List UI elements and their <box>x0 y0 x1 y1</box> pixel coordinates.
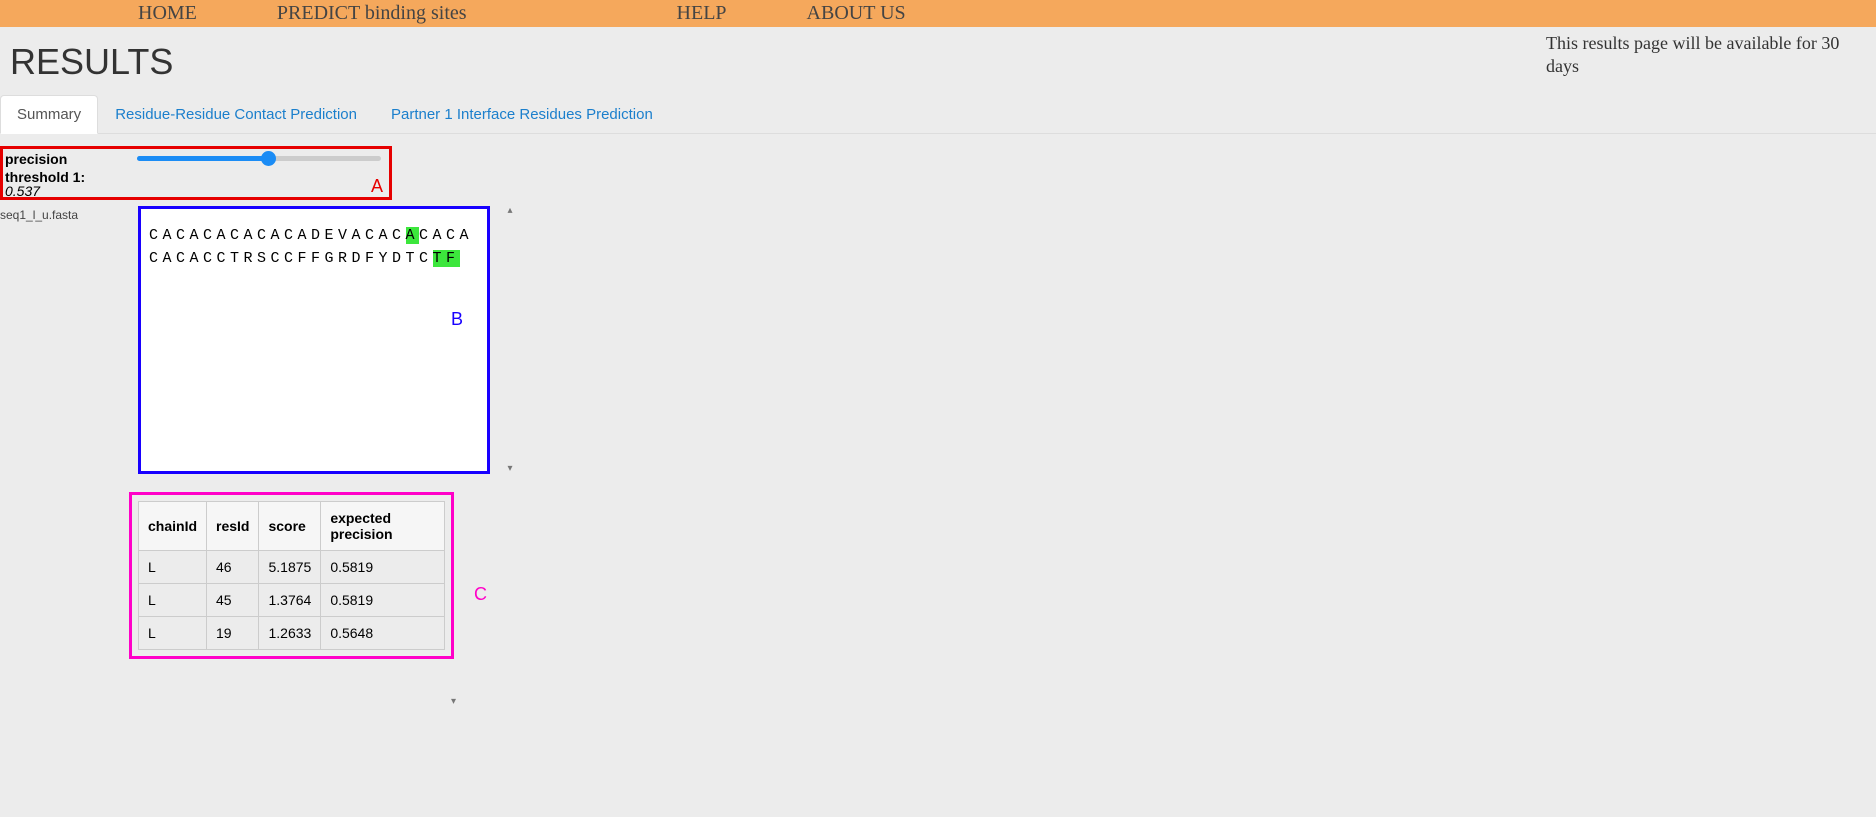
slider-fill <box>137 156 266 161</box>
highlighted-residue: A <box>406 227 420 244</box>
scroll-down-icon[interactable]: ▾ <box>505 464 515 474</box>
nav-predict[interactable]: PREDICT binding sites <box>277 2 467 25</box>
availability-notice: This results page will be available for … <box>1546 32 1856 79</box>
tab-summary[interactable]: Summary <box>0 95 98 134</box>
results-table: chainId resId score expected precision L… <box>138 501 445 650</box>
table-header-row: chainId resId score expected precision <box>139 502 445 551</box>
annotation-c: C <box>474 584 487 605</box>
scroll-up-icon[interactable]: ▴ <box>505 206 515 216</box>
col-chainid: chainId <box>139 502 207 551</box>
tabs: Summary Residue-Residue Contact Predicti… <box>0 95 1876 134</box>
slider-thumb[interactable] <box>261 151 276 166</box>
highlighted-residue: TF <box>433 250 460 267</box>
nav-home[interactable]: HOME <box>138 2 197 25</box>
annotation-b: B <box>451 309 463 330</box>
col-score: score <box>259 502 321 551</box>
navbar: HOME PREDICT binding sites HELP ABOUT US <box>0 0 1876 27</box>
sequence-display: CACACACACACADEVACACACACACACACCTRSCCFFGRD… <box>149 225 479 270</box>
col-resid: resId <box>207 502 259 551</box>
nav-about[interactable]: ABOUT US <box>807 2 906 25</box>
tab-contact-prediction[interactable]: Residue-Residue Contact Prediction <box>98 95 374 133</box>
scroll-down-icon[interactable]: ▾ <box>451 696 456 707</box>
annotation-a: A <box>371 176 383 197</box>
scrollbar[interactable]: ▴ ▾ <box>505 206 515 474</box>
table-row: L 46 5.1875 0.5819 <box>139 551 445 584</box>
threshold-label: precisionthreshold 1: <box>5 150 85 186</box>
nav-help[interactable]: HELP <box>677 2 727 25</box>
table-row: L 45 1.3764 0.5819 <box>139 584 445 617</box>
sequence-panel: CACACACACACADEVACACACACACACACCTRSCCFFGRD… <box>138 206 490 474</box>
threshold-value: 0.537 <box>5 183 40 199</box>
sequence-filename: seq1_l_u.fasta <box>0 206 138 474</box>
results-table-panel: chainId resId score expected precision L… <box>129 492 454 659</box>
col-expected-precision: expected precision <box>321 502 445 551</box>
precision-threshold-panel: precisionthreshold 1: 0.537 A <box>0 146 392 200</box>
precision-slider[interactable] <box>137 151 381 167</box>
tab-partner1-interface[interactable]: Partner 1 Interface Residues Prediction <box>374 95 670 133</box>
table-row: L 19 1.2633 0.5648 <box>139 617 445 650</box>
